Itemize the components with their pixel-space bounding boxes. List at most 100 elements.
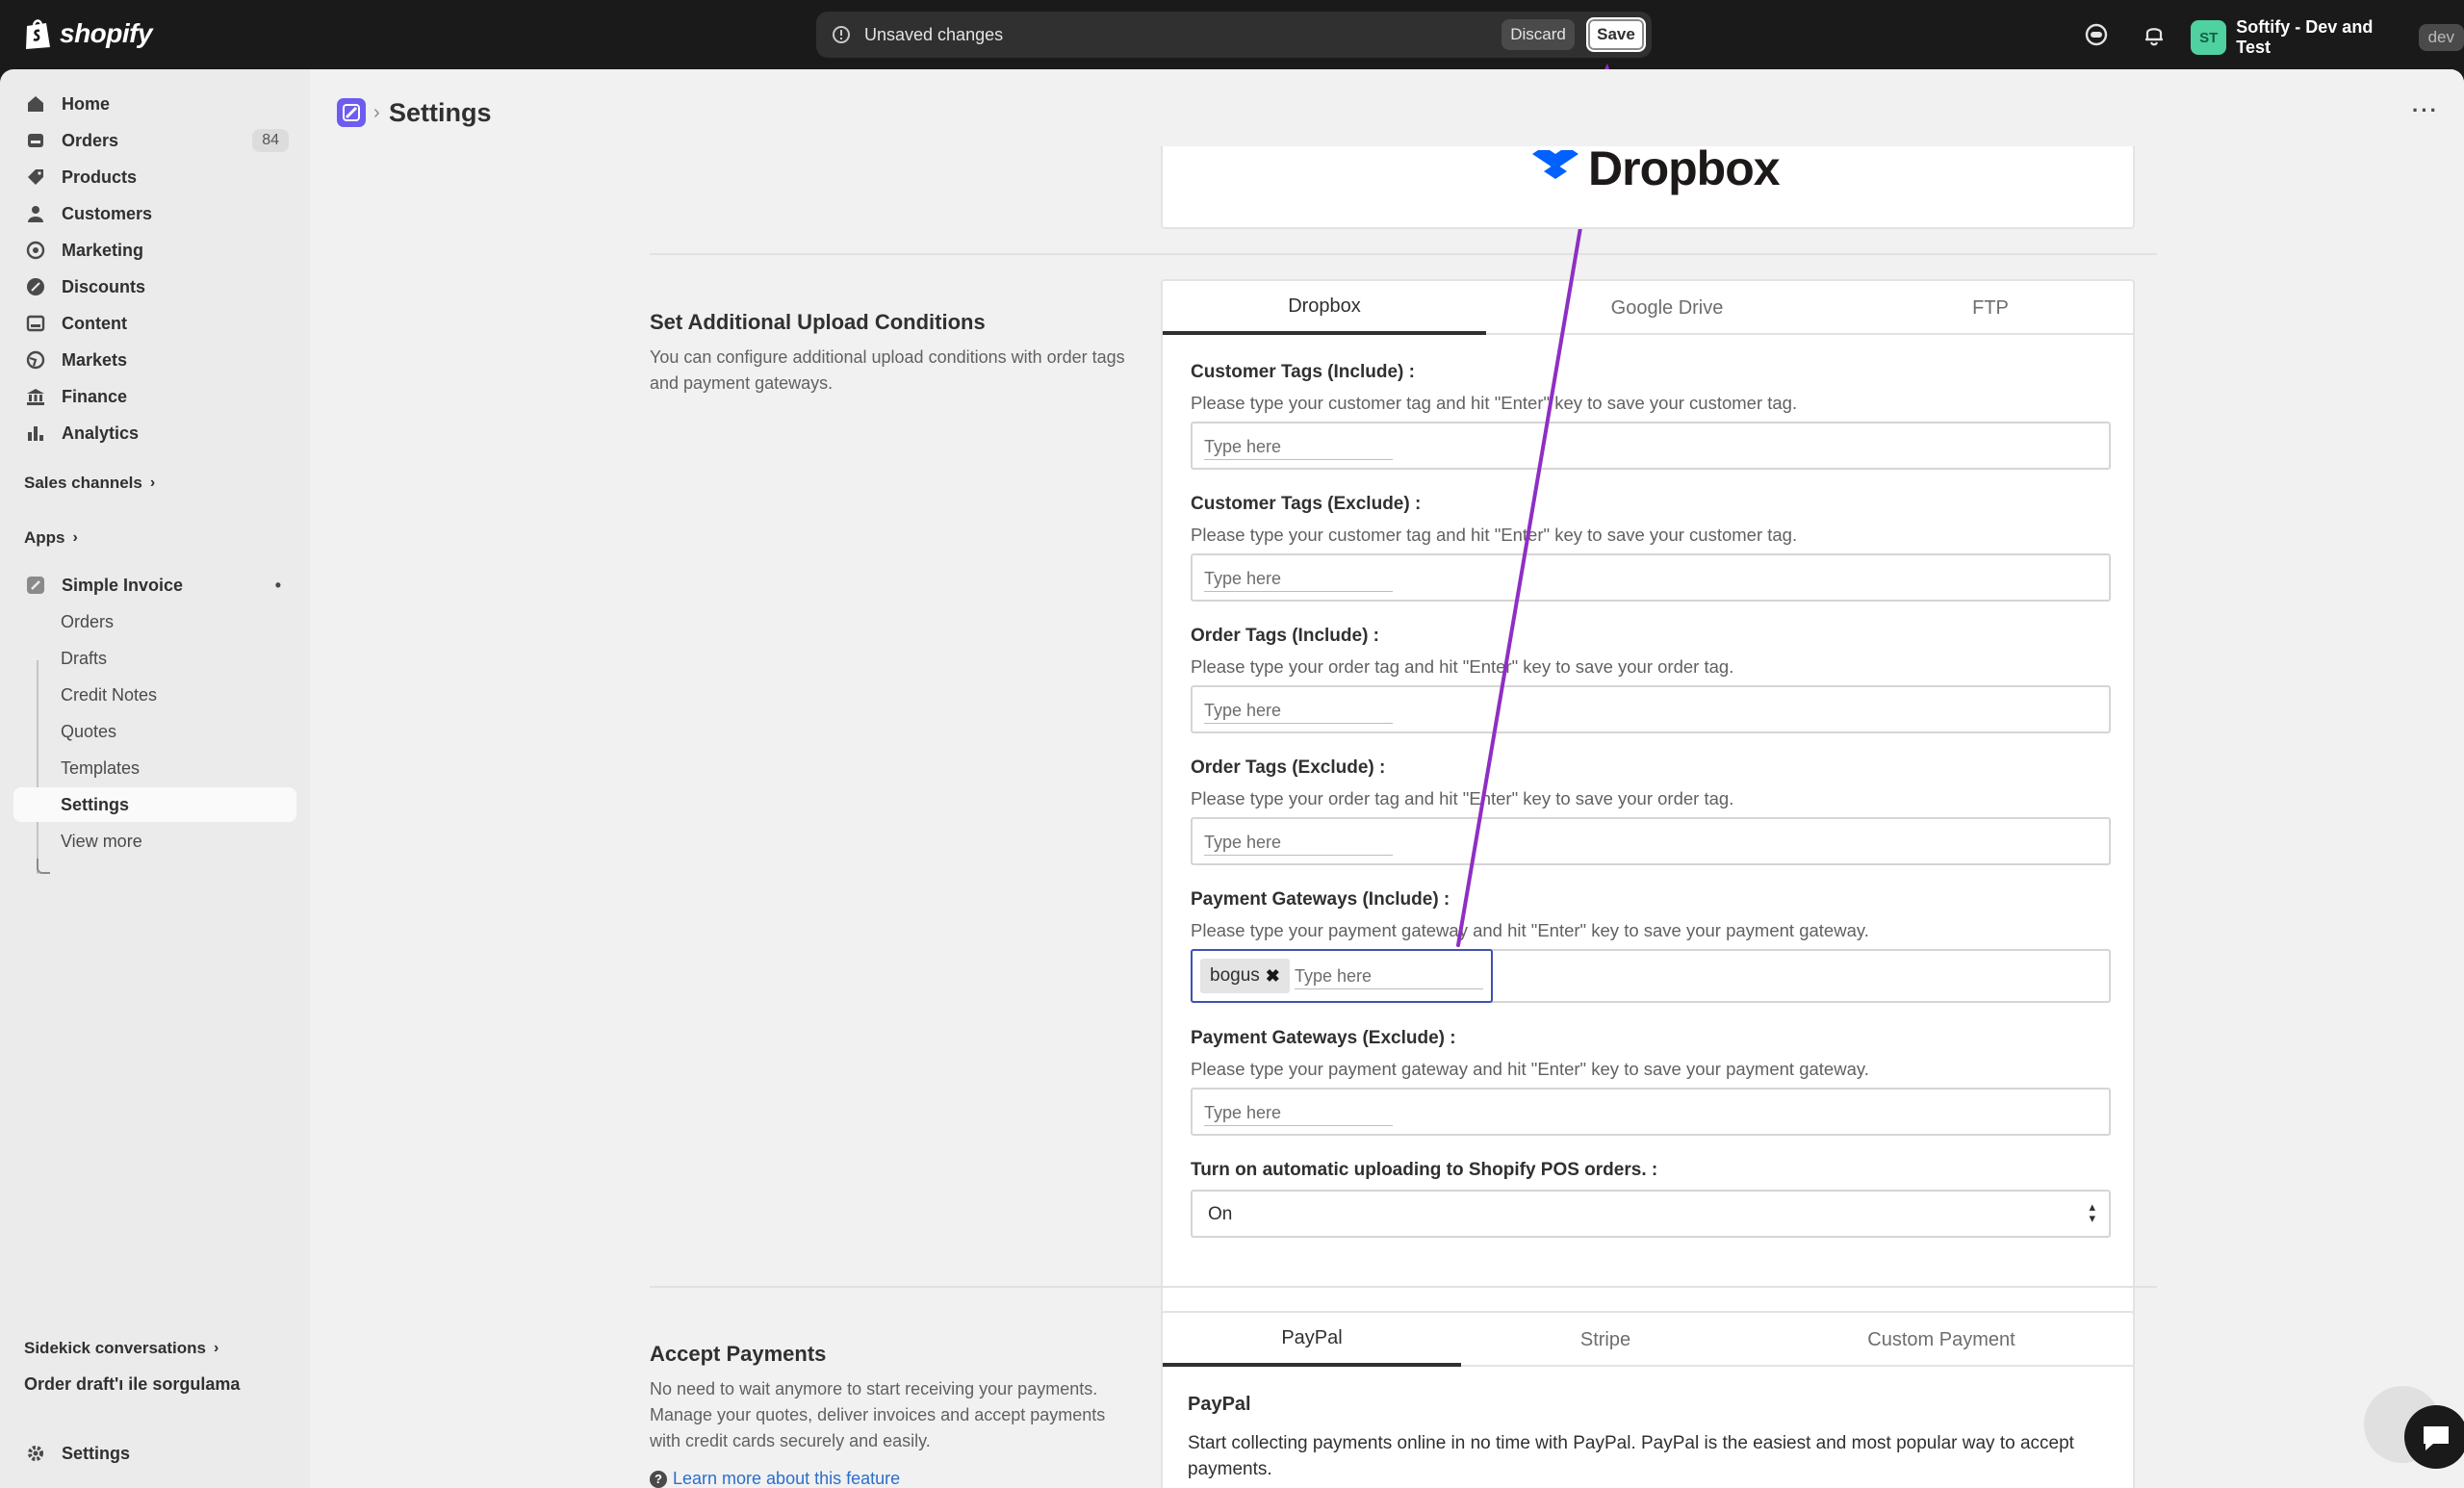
chat-widget-button[interactable]	[2404, 1405, 2464, 1469]
apps-section[interactable]: Apps ›	[24, 528, 78, 548]
sidekick-conversations-section[interactable]: Sidekick conversations ›	[24, 1339, 218, 1358]
breadcrumb-separator-icon: ›	[373, 102, 380, 123]
chat-icon	[2424, 1426, 2449, 1450]
home-icon	[28, 96, 43, 112]
unsaved-changes-message: Unsaved changes	[864, 25, 1004, 44]
sidebar-item-discounts[interactable]: Discounts	[13, 269, 296, 304]
tab-paypal[interactable]: PayPal	[1163, 1313, 1461, 1367]
upload-conditions-title: Set Additional Upload Conditions	[650, 310, 986, 334]
payment-gateways-exclude-input[interactable]	[1204, 1101, 1393, 1126]
sidebar-item-analytics[interactable]: Analytics	[13, 416, 296, 450]
remove-tag-icon[interactable]: ✖	[1266, 966, 1280, 987]
section-divider	[650, 253, 2157, 255]
customer-tags-exclude-field	[1191, 553, 2111, 602]
sidekick-icon[interactable]	[2083, 21, 2110, 48]
sidebar-item-label: Discounts	[62, 276, 146, 296]
gateway-tag: bogus ✖	[1200, 959, 1290, 993]
payment-gateways-exclude-label: Payment Gateways (Exclude) :	[1191, 1028, 1456, 1048]
tag-icon	[28, 169, 43, 185]
tab-ftp[interactable]: FTP	[1848, 281, 2133, 335]
sidebar-item-home[interactable]: Home	[13, 87, 296, 121]
sidebar: Home Orders 84 Products Customers Market…	[0, 69, 310, 1488]
simple-invoice-app-icon[interactable]	[337, 98, 366, 127]
chevron-right-icon: ›	[72, 529, 78, 546]
target-icon	[26, 241, 45, 260]
sidebar-item-settings[interactable]: Settings	[13, 1436, 296, 1471]
order-tags-include-input[interactable]	[1204, 699, 1393, 724]
tab-dropbox[interactable]: Dropbox	[1163, 281, 1486, 335]
order-tags-include-label: Order Tags (Include) :	[1191, 626, 1380, 646]
sidebar-item-simple-invoice[interactable]: Simple Invoice •	[13, 568, 296, 603]
store-name: Softify - Dev and Test	[2236, 17, 2374, 57]
payment-gateways-include-label: Payment Gateways (Include) :	[1191, 889, 1450, 910]
accept-payments-description: No need to wait anymore to start receivi…	[650, 1379, 1106, 1450]
store-switcher[interactable]: ST Softify - Dev and Test dev	[2191, 17, 2464, 58]
page-header: › Settings ···	[310, 69, 2464, 146]
shopify-logo[interactable]: shopify	[23, 17, 153, 50]
sidebar-item-customers[interactable]: Customers	[13, 196, 296, 231]
chevron-right-icon: ›	[213, 1340, 219, 1356]
payment-gateways-exclude-field	[1191, 1088, 2111, 1136]
sidebar-subitem-orders[interactable]: Orders	[13, 604, 296, 639]
sidekick-conversation-item[interactable]: Order draft'ı ile sorgulama	[24, 1374, 240, 1395]
discount-icon	[27, 278, 44, 295]
sidebar-item-label: Content	[62, 313, 127, 333]
chevron-right-icon: ›	[149, 475, 156, 491]
sidebar-item-marketing[interactable]: Marketing	[13, 233, 296, 268]
sidebar-subitem-settings[interactable]: Settings	[13, 787, 296, 822]
sidebar-subitem-drafts[interactable]: Drafts	[13, 641, 296, 676]
learn-more-link[interactable]: Learn more about this feature	[673, 1469, 900, 1488]
tab-stripe[interactable]: Stripe	[1461, 1313, 1750, 1367]
globe-icon	[26, 350, 45, 370]
dropbox-logo-icon	[1532, 150, 1578, 179]
sidebar-item-label: Orders	[62, 130, 119, 150]
pos-upload-select[interactable]: On ▴ ▾	[1191, 1190, 2111, 1238]
accept-payments-title: Accept Payments	[650, 1342, 827, 1366]
customer-tags-exclude-label: Customer Tags (Exclude) :	[1191, 494, 1422, 514]
dev-store-badge: dev	[2418, 24, 2464, 51]
discard-button[interactable]: Discard	[1502, 19, 1575, 50]
order-tags-include-help: Please type your order tag and hit "Ente…	[1191, 656, 1734, 677]
tab-custom-payment[interactable]: Custom Payment	[1750, 1313, 2133, 1367]
learn-more-row: ? Learn more about this feature	[650, 1469, 900, 1488]
person-icon	[28, 206, 43, 222]
alert-circle-icon	[833, 26, 850, 43]
sidebar-subitem-view-more[interactable]: View more	[13, 824, 296, 859]
customer-tags-include-label: Customer Tags (Include) :	[1191, 362, 1415, 382]
tree-elbow	[37, 859, 50, 874]
sidebar-item-markets[interactable]: Markets	[13, 343, 296, 377]
sidebar-item-label: Finance	[62, 386, 128, 406]
upload-conditions-card: Dropbox Google Drive FTP Customer Tags (…	[1161, 279, 2135, 1330]
sidebar-subitem-templates[interactable]: Templates	[13, 751, 296, 785]
sales-channels-section[interactable]: Sales channels ›	[24, 474, 155, 493]
sidebar-item-label: Customers	[62, 203, 153, 223]
tab-google-drive[interactable]: Google Drive	[1486, 281, 1848, 335]
logo-text: shopify	[60, 18, 153, 48]
page-title: Settings	[389, 98, 492, 127]
main-content: › Settings ··· Dropbox Set Additional Up…	[310, 69, 2464, 1488]
sidebar-item-orders[interactable]: Orders 84	[13, 123, 296, 158]
save-button[interactable]: Save	[1586, 17, 1646, 52]
bar-chart-icon	[28, 426, 43, 441]
sidebar-item-label: Analytics	[62, 423, 140, 443]
bank-icon	[27, 389, 44, 405]
customer-tags-exclude-input[interactable]	[1204, 567, 1393, 592]
more-actions-icon[interactable]: ···	[2412, 98, 2439, 123]
payment-gateways-include-input[interactable]	[1295, 964, 1483, 989]
shopify-bag-icon	[26, 19, 50, 49]
sidebar-item-products[interactable]: Products	[13, 160, 296, 194]
bell-icon[interactable]	[2141, 21, 2168, 48]
orders-count-badge: 84	[252, 129, 289, 152]
sidebar-item-label: Home	[62, 93, 111, 114]
paypal-panel-title: PayPal	[1188, 1394, 1251, 1415]
sidebar-item-label: Marketing	[62, 240, 144, 260]
order-tags-exclude-input[interactable]	[1204, 831, 1393, 856]
content-icon	[26, 315, 45, 332]
sidebar-item-content[interactable]: Content	[13, 306, 296, 341]
help-circle-icon: ?	[650, 1470, 667, 1488]
sidebar-item-finance[interactable]: Finance	[13, 379, 296, 414]
sidebar-subitem-quotes[interactable]: Quotes	[13, 714, 296, 749]
sidebar-item-label: Simple Invoice	[62, 575, 184, 595]
sidebar-subitem-credit-notes[interactable]: Credit Notes	[13, 678, 296, 712]
customer-tags-include-input[interactable]	[1204, 435, 1393, 460]
